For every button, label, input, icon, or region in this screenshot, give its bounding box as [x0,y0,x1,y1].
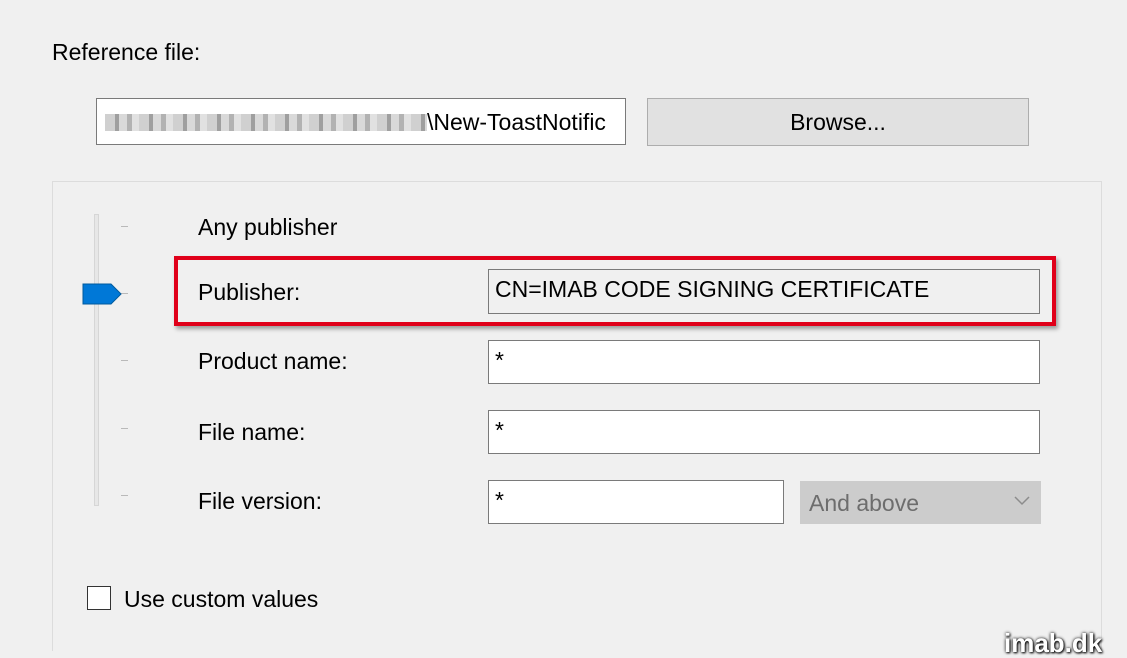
product-name-field[interactable]: * [488,340,1040,384]
slider-tick [121,293,128,294]
reference-file-path-field[interactable]: \New-ToastNotific [96,98,626,145]
file-name-field[interactable]: * [488,410,1040,454]
slider-tick [121,495,128,496]
file-version-label: File version: [198,488,322,514]
any-publisher-label: Any publisher [198,214,338,240]
reference-file-label: Reference file: [52,39,201,65]
browse-button[interactable]: Browse... [647,98,1029,146]
use-custom-values-checkbox[interactable] [87,586,111,610]
blurred-path-segment [105,114,427,131]
version-comparison-value: And above [809,490,919,516]
file-name-label: File name: [198,419,306,445]
slider-tick [121,360,128,361]
slider-tick [121,226,128,227]
version-comparison-select[interactable]: And above [800,481,1041,524]
reference-file-path-text: \New-ToastNotific [427,109,606,135]
slider-tick [121,428,128,429]
specificity-slider-track[interactable] [94,214,99,506]
file-version-field[interactable]: * [488,480,784,524]
use-custom-values-label[interactable]: Use custom values [124,585,318,613]
highlight-annotation [174,256,1056,326]
product-name-label: Product name: [198,348,348,374]
chevron-down-icon [1014,496,1030,506]
slider-thumb-icon[interactable] [82,283,122,305]
imab-watermark: imab.dk [1004,628,1103,658]
